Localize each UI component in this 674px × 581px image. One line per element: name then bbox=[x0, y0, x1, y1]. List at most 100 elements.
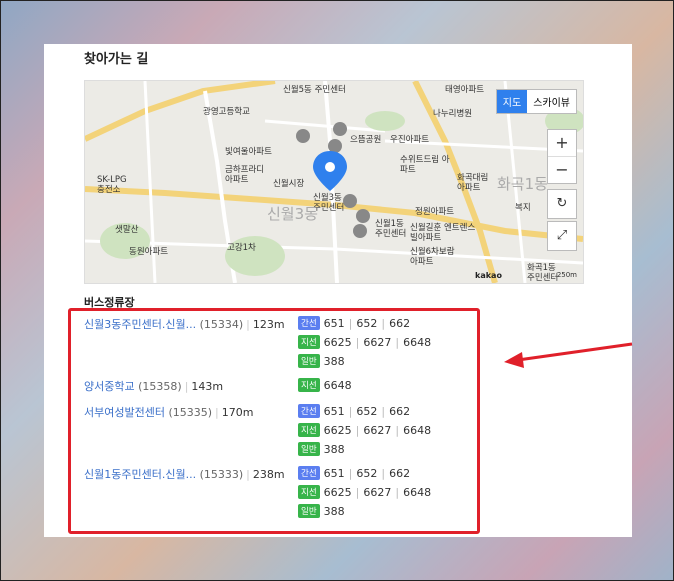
route-number[interactable]: 6625 bbox=[324, 336, 352, 349]
route-type-badge: 일반 bbox=[298, 442, 320, 456]
bus-stop-name-link[interactable]: 신월1동주민센터.신월... bbox=[84, 468, 196, 481]
route-number[interactable]: 652 bbox=[356, 467, 377, 480]
map-district-label: 신월3동 bbox=[267, 205, 318, 223]
route-number[interactable]: 388 bbox=[324, 355, 345, 368]
map-type-map-button[interactable]: 지도 bbox=[496, 90, 528, 113]
divider: | bbox=[348, 317, 353, 330]
route-number[interactable]: 651 bbox=[324, 317, 345, 330]
route-number[interactable]: 651 bbox=[324, 405, 345, 418]
route-line: 일반 388 bbox=[298, 354, 431, 373]
zoom-out-button[interactable]: − bbox=[548, 157, 576, 183]
divider: | bbox=[355, 486, 360, 499]
route-line: 지선 6625 | 6627 | 6648 bbox=[298, 485, 431, 504]
route-number[interactable]: 388 bbox=[324, 505, 345, 518]
route-number[interactable]: 6648 bbox=[403, 486, 431, 499]
refresh-icon[interactable]: ↻ bbox=[547, 189, 577, 219]
map-label: 고강1차 bbox=[227, 243, 256, 253]
route-number[interactable]: 662 bbox=[389, 467, 410, 480]
route-type-badge: 간선 bbox=[298, 316, 320, 330]
route-type-badge: 지선 bbox=[298, 423, 320, 437]
map-label: 나누리병원 bbox=[433, 109, 473, 119]
divider: | bbox=[355, 424, 360, 437]
map-scale: 250m bbox=[556, 271, 577, 279]
map-type-skyview-button[interactable]: 스카이뷰 bbox=[527, 90, 576, 113]
bus-stop-info: 양서중학교 (15358) | 143m bbox=[84, 378, 223, 394]
map-label: 신월5동 주민센터 bbox=[283, 85, 346, 95]
bus-stop-section-title: 버스정류장 bbox=[84, 296, 135, 309]
route-number[interactable]: 652 bbox=[356, 405, 377, 418]
bus-stop-code: (15358) bbox=[138, 380, 182, 393]
map-label: 태영아파트 bbox=[445, 85, 485, 95]
divider: | bbox=[395, 486, 400, 499]
bus-stop-name-link[interactable]: 양서중학교 bbox=[84, 380, 135, 393]
zoom-control: + − bbox=[547, 129, 577, 184]
map-label: 신월시장 bbox=[273, 179, 305, 189]
bus-stop-info: 신월1동주민센터.신월... (15333) | 238m bbox=[84, 466, 285, 482]
map-label: 화곡대림 아파트 bbox=[457, 173, 489, 193]
route-number[interactable]: 6648 bbox=[324, 379, 352, 392]
divider: | bbox=[395, 424, 400, 437]
bus-stop-code: (15334) bbox=[199, 318, 244, 331]
bus-stop-code: (15333) bbox=[199, 468, 244, 481]
map-label: 빛여울아파트 bbox=[225, 147, 272, 157]
divider: | bbox=[395, 336, 400, 349]
route-list: 간선 651 | 652 | 662 지선 6625 | 6627 | 6648 일반 388 bbox=[298, 466, 431, 523]
route-type-badge: 일반 bbox=[298, 504, 320, 518]
zoom-in-button[interactable]: + bbox=[548, 130, 576, 157]
map-label: 우진아파트 bbox=[390, 135, 430, 145]
route-number[interactable]: 662 bbox=[389, 317, 410, 330]
divider: | bbox=[215, 406, 219, 419]
map-label: 샛말산 bbox=[115, 225, 139, 235]
route-line: 간선 651 | 652 | 662 bbox=[298, 316, 431, 335]
route-number[interactable]: 388 bbox=[324, 443, 345, 456]
route-number[interactable]: 6625 bbox=[324, 486, 352, 499]
route-number[interactable]: 6625 bbox=[324, 424, 352, 437]
route-number[interactable]: 6627 bbox=[363, 336, 391, 349]
bus-stop-code: (15335) bbox=[168, 406, 213, 419]
bus-stop-name-link[interactable]: 서부여성발전센터 bbox=[84, 406, 165, 419]
divider: | bbox=[246, 468, 250, 481]
page-heading: 찾아가는 길 bbox=[84, 52, 149, 67]
route-type-badge: 지선 bbox=[298, 378, 320, 392]
map-label: SK-LPG 충전소 bbox=[97, 175, 127, 195]
bus-stop-distance: 143m bbox=[191, 380, 224, 393]
map-label: 신월길훈 엔트렌스빌아파트 bbox=[410, 223, 476, 243]
route-number[interactable]: 662 bbox=[389, 405, 410, 418]
route-type-badge: 간선 bbox=[298, 466, 320, 480]
location-panel: 찾아가는 길 신월5동 주민센터 태영아파트 나누리병원 광영고등학교 으뜸공원… bbox=[44, 44, 632, 537]
bus-stop-info: 신월3동주민센터.신월... (15334) | 123m bbox=[84, 316, 285, 332]
route-line: 간선 651 | 652 | 662 bbox=[298, 466, 431, 485]
route-number[interactable]: 651 bbox=[324, 467, 345, 480]
fullscreen-icon[interactable]: ⤢ bbox=[547, 221, 577, 251]
route-list: 지선 6648 bbox=[298, 378, 352, 397]
route-number[interactable]: 6627 bbox=[363, 486, 391, 499]
map-label: 으뜸공원 bbox=[350, 135, 382, 145]
route-number[interactable]: 6648 bbox=[403, 424, 431, 437]
divider: | bbox=[381, 467, 386, 480]
map-district-label: 화곡1동 bbox=[497, 175, 548, 193]
route-line: 지선 6625 | 6627 | 6648 bbox=[298, 423, 431, 442]
map-label: 복지 bbox=[515, 203, 531, 213]
divider: | bbox=[184, 380, 189, 393]
divider: | bbox=[355, 336, 360, 349]
route-number[interactable]: 6648 bbox=[403, 336, 431, 349]
route-list: 간선 651 | 652 | 662 지선 6625 | 6627 | 6648 일반 388 bbox=[298, 316, 431, 373]
bus-stop-name-link[interactable]: 신월3동주민센터.신월... bbox=[84, 318, 196, 331]
map-type-toggle: 지도 스카이뷰 bbox=[495, 89, 577, 114]
map-label: 금하프라디 아파트 bbox=[225, 165, 265, 185]
bus-stop-info: 서부여성발전센터 (15335) | 170m bbox=[84, 404, 253, 420]
map-label: 신월6차보람 아파트 bbox=[410, 247, 455, 267]
map-label: 신월3동 주민센터 bbox=[313, 193, 345, 213]
map-view[interactable]: 신월5동 주민센터 태영아파트 나누리병원 광영고등학교 으뜸공원 우진아파트 … bbox=[84, 80, 584, 284]
route-list: 간선 651 | 652 | 662 지선 6625 | 6627 | 6648 일반 388 bbox=[298, 404, 431, 461]
kakao-logo: kakao bbox=[475, 271, 502, 280]
route-number[interactable]: 6627 bbox=[363, 424, 391, 437]
bus-stop-distance: 170m bbox=[221, 406, 254, 419]
route-type-badge: 일반 bbox=[298, 354, 320, 368]
map-label: 신월1동 주민센터 bbox=[375, 219, 407, 239]
route-line: 일반 388 bbox=[298, 504, 431, 523]
route-line: 간선 651 | 652 | 662 bbox=[298, 404, 431, 423]
route-number[interactable]: 652 bbox=[356, 317, 377, 330]
map-label: 정원아파트 bbox=[415, 207, 455, 217]
divider: | bbox=[348, 467, 353, 480]
